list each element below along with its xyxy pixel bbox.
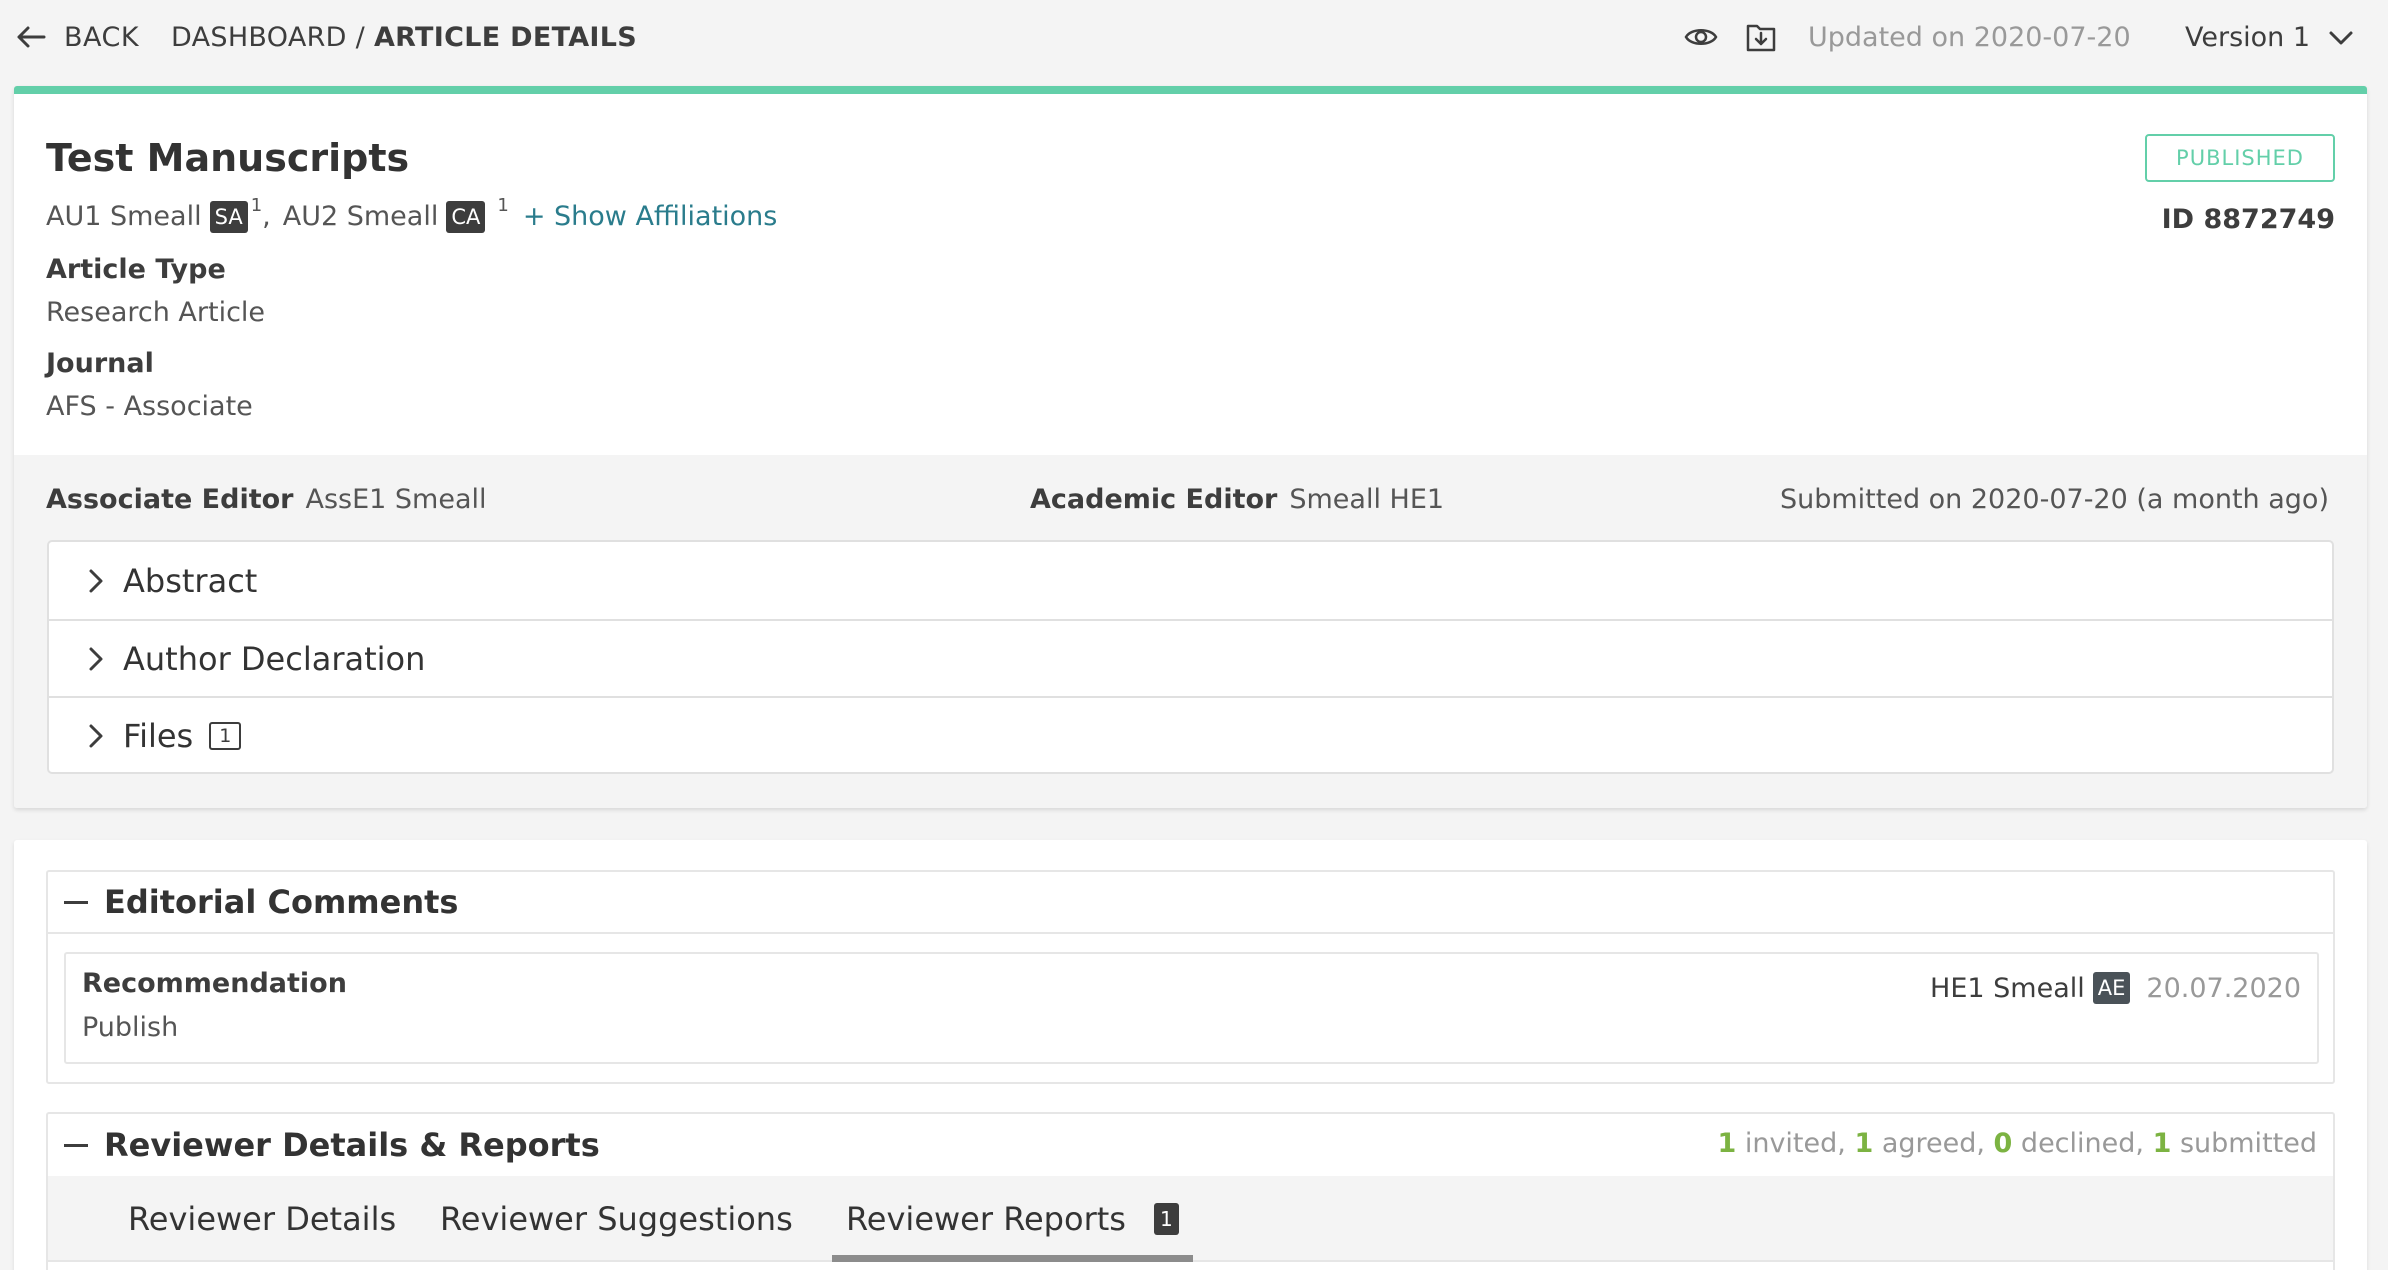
back-label: BACK xyxy=(64,21,140,53)
recommendation-date: 20.07.2020 xyxy=(2146,972,2301,1004)
breadcrumb: DASHBOARD / ARTICLE DETAILS xyxy=(171,22,637,53)
reports-count-badge: 1 xyxy=(1153,1203,1179,1235)
invited-count: 1 xyxy=(1717,1128,1737,1159)
tab-label: Reviewer Details xyxy=(128,1200,397,1238)
article-sections: Abstract Author Declaration Files 1 xyxy=(47,540,2334,774)
affiliation-number: 1 xyxy=(497,195,509,216)
version-label: Version 1 xyxy=(2185,22,2311,53)
files-count-badge: 1 xyxy=(209,721,242,750)
author-list: AU1 Smeall SA 1 , AU2 Smeall CA 1 + Show… xyxy=(46,195,778,233)
collapse-icon xyxy=(64,1143,88,1147)
agreed-label: agreed, xyxy=(1873,1128,1994,1159)
invited-label: invited, xyxy=(1736,1128,1855,1159)
chevron-right-icon xyxy=(89,569,103,592)
panel-title: Reviewer Details & Reports xyxy=(104,1126,600,1164)
chevron-down-icon xyxy=(2329,31,2353,44)
collapse-icon xyxy=(64,900,88,904)
tab-reviewer-reports[interactable]: Reviewer Reports 1 xyxy=(832,1176,1193,1262)
submitted-count: 1 xyxy=(2152,1128,2172,1159)
associate-editor: Associate Editor AssE1 Smeall xyxy=(46,484,487,515)
article-type-label: Article Type xyxy=(46,254,226,285)
affiliation-number: 1 xyxy=(250,195,263,216)
article-id: ID 8872749 xyxy=(2161,204,2335,235)
article-type-value: Research Article xyxy=(46,297,266,328)
back-button[interactable]: BACK xyxy=(14,20,139,54)
submitted-date: Submitted on 2020-07-20 (a month ago) xyxy=(1779,484,2329,515)
tab-label: Reviewer Reports xyxy=(846,1200,1126,1238)
submitted-label: submitted xyxy=(2171,1128,2317,1159)
arrow-left-icon xyxy=(17,26,46,48)
show-affiliations-link[interactable]: + Show Affiliations xyxy=(523,201,778,232)
editor-name: HE1 Smeall xyxy=(1930,972,2085,1004)
editor-role-badge: AE xyxy=(2092,972,2131,1004)
academic-editor-name[interactable]: Smeall HE1 xyxy=(1289,484,1444,515)
author-separator: , xyxy=(262,201,271,232)
download-icon[interactable] xyxy=(1745,20,1777,54)
reviewer-stats: 1 invited, 1 agreed, 0 declined, 1 submi… xyxy=(1717,1128,2317,1159)
updated-date: Updated on 2020-07-20 xyxy=(1808,22,2131,53)
panel-title: Editorial Comments xyxy=(104,883,459,921)
review-card: Editorial Comments Recommendation Publis… xyxy=(14,840,2367,1270)
version-select[interactable]: Version 1 xyxy=(2185,22,2354,53)
author-role-badge: CA xyxy=(446,201,486,233)
recommendation-meta: HE1 Smeall AE 20.07.2020 xyxy=(1930,972,2301,1004)
tab-reviewer-details[interactable]: Reviewer Details xyxy=(128,1176,396,1262)
associate-editor-name[interactable]: AssE1 Smeall xyxy=(305,484,486,515)
article-title: Test Manuscripts xyxy=(46,136,410,180)
breadcrumb-current: ARTICLE DETAILS xyxy=(373,22,638,53)
recommendation-label: Recommendation xyxy=(82,968,347,999)
journal-value: AFS - Associate xyxy=(46,391,253,422)
tab-label: Reviewer Suggestions xyxy=(440,1200,793,1238)
chevron-right-icon xyxy=(89,647,103,670)
author-role-badge: SA xyxy=(209,201,248,233)
status-badge: PUBLISHED xyxy=(2145,134,2335,182)
section-abstract[interactable]: Abstract xyxy=(49,542,2332,619)
associate-editor-label: Associate Editor xyxy=(46,484,294,515)
eye-icon[interactable] xyxy=(1683,22,1719,52)
tab-reviewer-suggestions[interactable]: Reviewer Suggestions xyxy=(440,1176,793,1262)
article-card: Test Manuscripts PUBLISHED AU1 Smeall SA… xyxy=(14,86,2367,808)
reviewer-details-panel: Reviewer Details & Reports 1 invited, 1 … xyxy=(46,1112,2335,1270)
section-files[interactable]: Files 1 xyxy=(49,696,2332,773)
section-author-declaration[interactable]: Author Declaration xyxy=(49,619,2332,696)
section-label: Abstract xyxy=(123,561,258,600)
top-bar: BACK DASHBOARD / ARTICLE DETAILS Updated… xyxy=(0,0,2388,78)
author-name[interactable]: AU1 Smeall xyxy=(46,201,202,232)
journal-label: Journal xyxy=(46,348,154,379)
academic-editor-label: Academic Editor xyxy=(1030,484,1278,515)
editorial-comments-panel: Editorial Comments Recommendation Publis… xyxy=(46,870,2335,1084)
breadcrumb-dashboard[interactable]: DASHBOARD / xyxy=(171,22,374,53)
author-name[interactable]: AU2 Smeall xyxy=(283,201,439,232)
declined-label: declined, xyxy=(2012,1128,2153,1159)
agreed-count: 1 xyxy=(1854,1128,1874,1159)
section-label: Author Declaration xyxy=(123,639,426,678)
reviewer-tabs: Reviewer Details Reviewer Suggestions Re… xyxy=(48,1176,2333,1262)
recommendation-card: Recommendation Publish HE1 Smeall AE 20.… xyxy=(64,952,2319,1064)
academic-editor: Academic Editor Smeall HE1 xyxy=(1030,484,1444,515)
section-label: Files xyxy=(123,716,194,755)
declined-count: 0 xyxy=(1993,1128,2013,1159)
recommendation-value: Publish xyxy=(82,1012,179,1043)
chevron-right-icon xyxy=(89,724,103,747)
editorial-comments-header[interactable]: Editorial Comments xyxy=(48,872,2333,934)
